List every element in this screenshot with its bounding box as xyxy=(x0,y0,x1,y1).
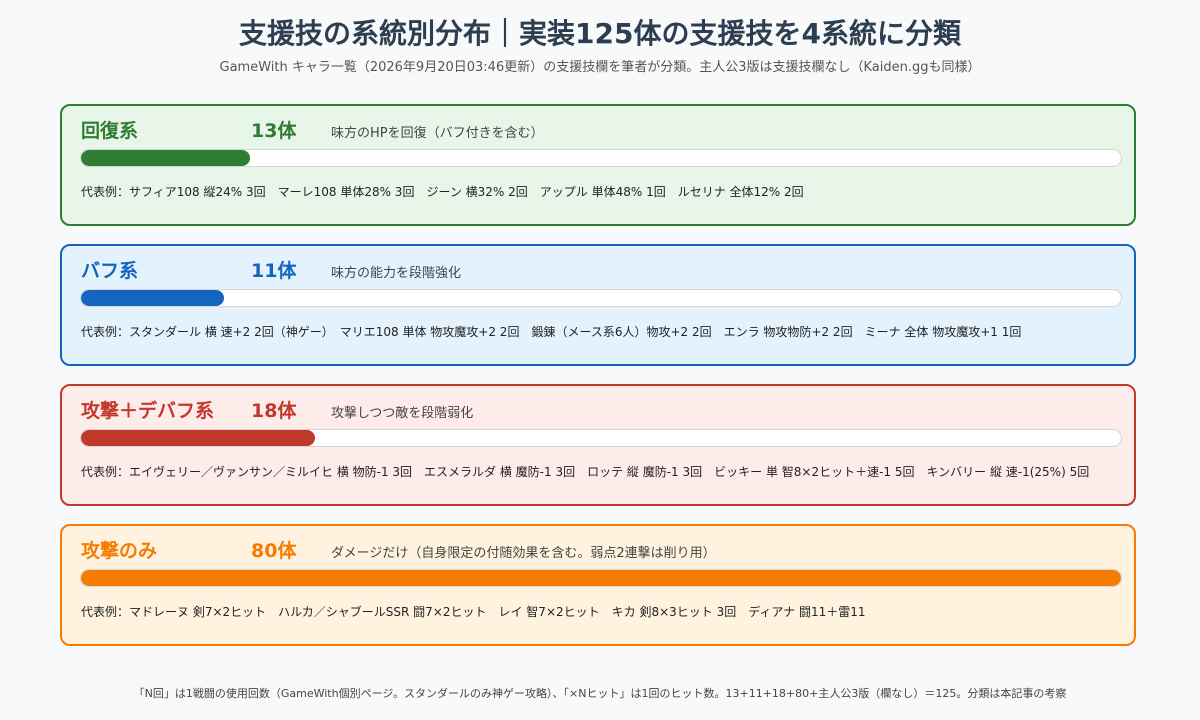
chart-title: 支援技の系統別分布｜実装125体の支援技を4系統に分類 xyxy=(239,17,961,50)
category-examples: 代表例：マドレーヌ 剣7×2ヒット ハルカ／シャブールSSR 闘7×2ヒット レ… xyxy=(81,605,866,619)
bar-fill xyxy=(81,290,224,306)
category-description: 攻撃しつつ敵を段階弱化 xyxy=(331,406,474,421)
category-description: 味方のHPを回復（バフ付きを含む） xyxy=(331,126,544,141)
category-count: 13体 xyxy=(251,120,297,142)
category-name: 回復系 xyxy=(81,120,139,142)
category-name: 攻撃＋デバフ系 xyxy=(81,400,215,422)
category-examples: 代表例：サフィア108 縦24% 3回 マーレ108 単体28% 3回 ジーン … xyxy=(81,185,804,199)
category-description: ダメージだけ（自身限定の付随効果を含む。弱点2連撃は削り用） xyxy=(331,546,716,561)
category-card-4: 攻撃のみ 80体 ダメージだけ（自身限定の付随効果を含む。弱点2連撃は削り用） 代表例… xyxy=(60,524,1136,646)
category-card-2: バフ系 11体 味方の能力を段階強化代表例：スタンダール 横 速+2 2回（神ゲー）… xyxy=(60,244,1136,366)
footnote: 「N回」は1戦闘の使用回数（GameWith個別ページ。スタンダールのみ神ゲー攻… xyxy=(133,687,1067,700)
category-description: 味方の能力を段階強化 xyxy=(331,266,462,281)
chart-subtitle: GameWith キャラ一覧（2026年9月20日03:46更新）の支援技欄を筆… xyxy=(219,60,981,75)
category-examples: 代表例：スタンダール 横 速+2 2回（神ゲー） マリエ108 単体 物攻魔攻+… xyxy=(81,325,1022,339)
bar-track xyxy=(80,569,1122,587)
category-count: 18体 xyxy=(251,400,297,422)
category-name: バフ系 xyxy=(81,260,139,282)
bar-track xyxy=(80,149,1122,167)
bar-track xyxy=(80,429,1122,447)
bar-track xyxy=(80,289,1122,307)
category-examples: 代表例：エイヴェリー／ヴァンサン／ミルイヒ 横 物防-1 3回 エスメラルダ 横… xyxy=(81,465,1090,479)
bar-fill xyxy=(81,570,1121,586)
category-card-1: 回復系 13体 味方のHPを回復（バフ付きを含む） 代表例：サフィア108 縦24% … xyxy=(60,104,1136,226)
bar-fill xyxy=(81,150,250,166)
category-count: 80体 xyxy=(251,540,297,562)
category-count: 11体 xyxy=(251,260,297,282)
bar-fill xyxy=(81,430,315,446)
category-card-3: 攻撃＋デバフ系 18体 攻撃しつつ敵を段階弱化代表例：エイヴェリー／ヴァンサン／ミル… xyxy=(60,384,1136,506)
category-name: 攻撃のみ xyxy=(81,540,158,562)
